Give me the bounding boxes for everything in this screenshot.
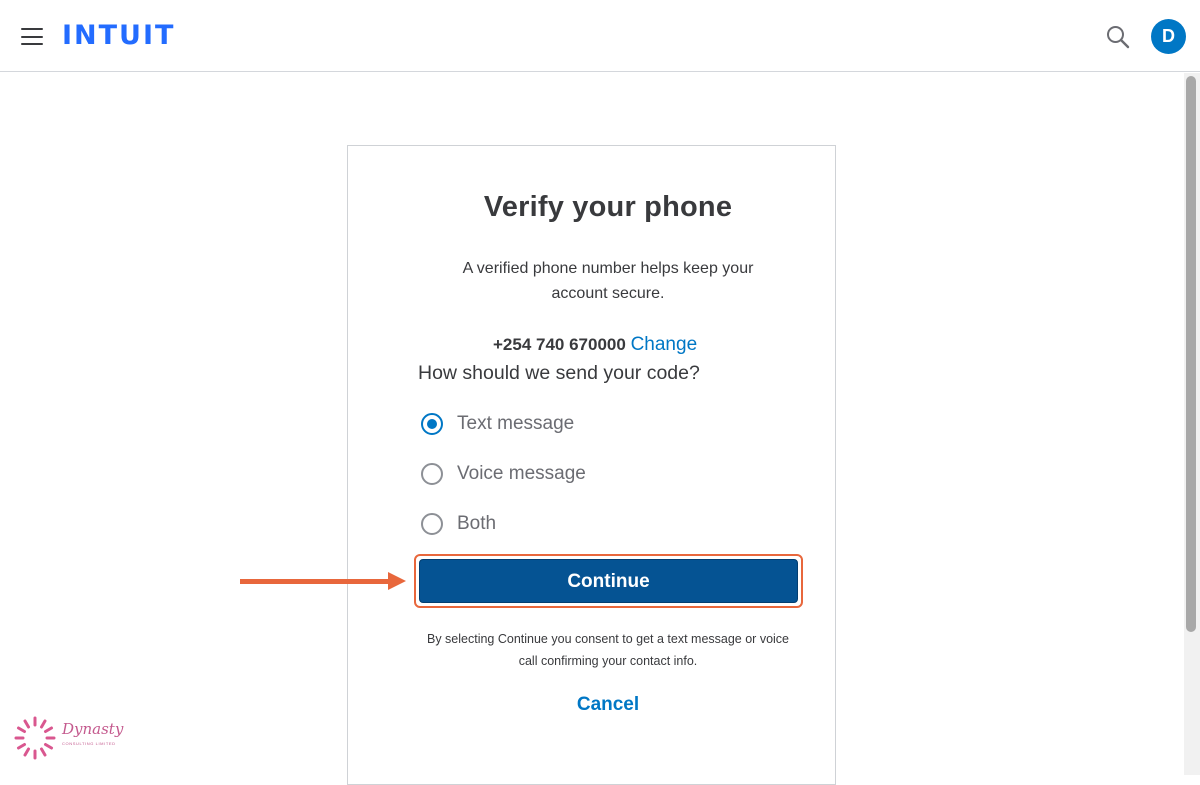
both-radio[interactable]	[421, 513, 443, 535]
verify-phone-card	[347, 145, 836, 785]
top-navigation-bar: INTUIT D	[0, 0, 1200, 72]
text-message-label: Text message	[457, 413, 575, 434]
annotation-arrow-head	[388, 572, 406, 590]
delivery-method-question: How should we send your code?	[418, 362, 700, 384]
annotation-arrow	[240, 579, 390, 584]
search-icon[interactable]	[1105, 24, 1131, 50]
consent-text: By selecting Continue you consent to get…	[426, 632, 789, 668]
intuit-logo[interactable]: INTUIT	[62, 20, 175, 51]
voice-message-label: Voice message	[457, 463, 586, 484]
both-label: Both	[457, 513, 497, 534]
cancel-link[interactable]: Cancel	[577, 694, 639, 715]
scrollbar-thumb[interactable]	[1186, 76, 1196, 632]
voice-message-radio[interactable]	[421, 463, 443, 485]
page-subtitle: A verified phone number helps keep your …	[462, 260, 754, 302]
watermark-logo-icon	[14, 716, 56, 760]
phone-number: +254 740 670000	[493, 335, 626, 354]
cancel-link-row: Cancel	[0, 694, 1200, 716]
user-avatar[interactable]: D	[1151, 19, 1186, 54]
hamburger-menu-icon[interactable]	[21, 28, 43, 45]
watermark-name: Dynasty	[62, 720, 124, 738]
change-phone-link[interactable]: Change	[631, 334, 698, 355]
continue-button[interactable]: Continue	[419, 559, 798, 603]
watermark: Dynasty CONSULTING LIMITED	[12, 714, 132, 762]
text-message-radio[interactable]	[421, 413, 443, 435]
watermark-tagline: CONSULTING LIMITED	[62, 741, 116, 746]
phone-line: +254 740 670000 Change	[493, 334, 697, 356]
page-title: Verify your phone	[483, 191, 733, 223]
